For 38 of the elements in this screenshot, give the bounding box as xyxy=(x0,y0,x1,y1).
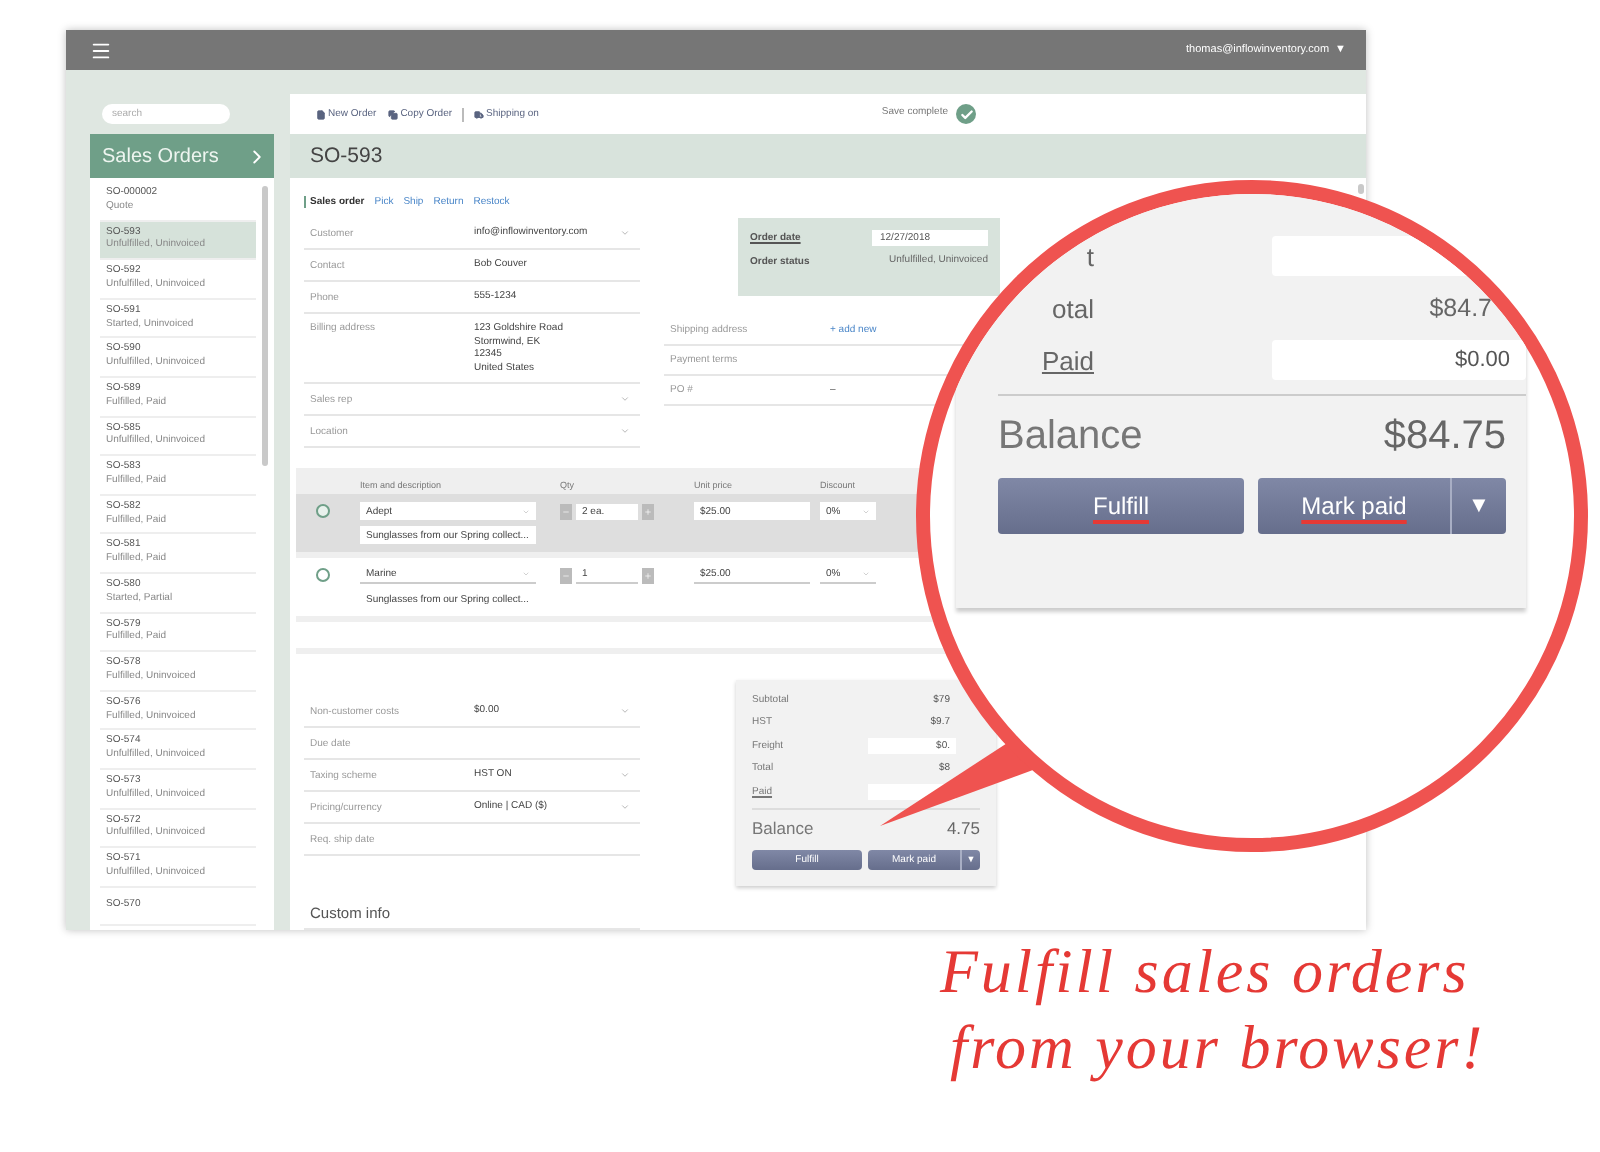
dropdown-icon[interactable] xyxy=(620,706,630,716)
plus-button[interactable] xyxy=(642,503,654,519)
sidebar-title: Sales Orders xyxy=(102,145,219,167)
mark-paid-button[interactable]: Mark paid xyxy=(1258,478,1450,534)
dropdown-icon[interactable] xyxy=(620,228,630,238)
minus-icon xyxy=(562,507,570,515)
dropdown-icon[interactable] xyxy=(620,802,630,812)
minus-icon xyxy=(562,571,570,579)
menu-icon[interactable] xyxy=(90,39,112,61)
handwritten-caption: Fulfill sales orders xyxy=(940,936,1472,1008)
summary-label: t xyxy=(1084,241,1094,271)
document-icon xyxy=(316,109,326,119)
paid-link[interactable]: Paid xyxy=(998,345,1094,375)
dropdown-icon[interactable] xyxy=(620,426,630,436)
radio-button[interactable] xyxy=(316,568,330,582)
amount-input[interactable]: $0.00 xyxy=(1272,340,1526,380)
plus-icon xyxy=(644,507,652,515)
plus-button[interactable] xyxy=(642,567,654,583)
minus-button[interactable] xyxy=(560,567,572,583)
dropdown-icon[interactable] xyxy=(620,394,630,404)
balance-value: 4.75 xyxy=(946,818,980,838)
copy-icon xyxy=(388,109,399,119)
plus-icon xyxy=(644,571,652,579)
radio-button[interactable] xyxy=(316,504,330,518)
dropdown-icon[interactable] xyxy=(620,770,630,780)
balance-label: Balance xyxy=(998,414,1143,460)
balance-label: Balance xyxy=(752,818,814,838)
summary-label: otal xyxy=(1050,293,1094,323)
fulfill-button[interactable]: Fulfill xyxy=(998,478,1244,534)
truck-icon xyxy=(474,109,485,119)
amount-value: $84.7 xyxy=(1429,294,1494,322)
more-button[interactable]: ▼ xyxy=(1450,478,1506,534)
balance-value: $84.75 xyxy=(1383,414,1506,460)
minus-button[interactable] xyxy=(560,503,572,519)
handwritten-caption: from your browser! xyxy=(950,1012,1486,1084)
check-icon xyxy=(956,104,976,124)
order-title: SO-593 xyxy=(310,144,383,168)
scrollbar[interactable] xyxy=(262,186,268,466)
